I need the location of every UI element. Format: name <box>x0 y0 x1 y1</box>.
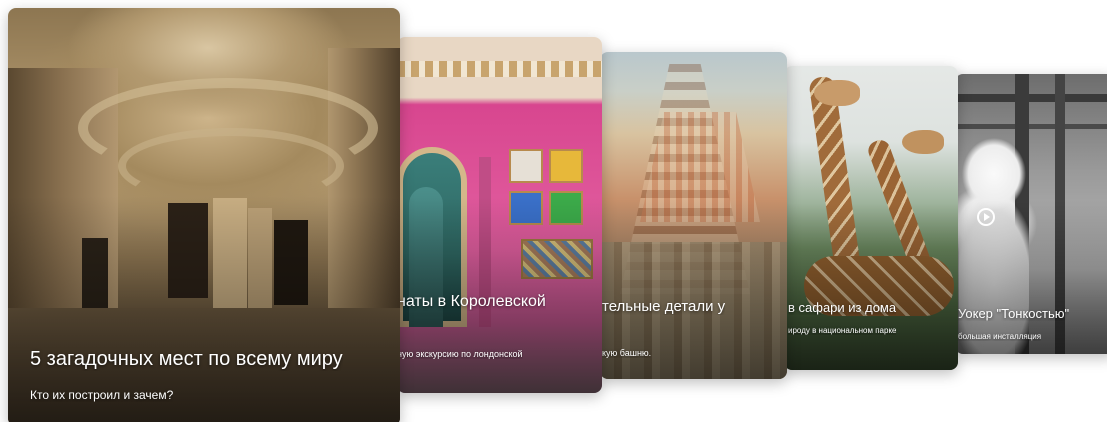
story-card-walker[interactable]: Уокер "Тонкостью" большая инсталляция <box>955 74 1107 354</box>
card-subtitle: Кто их построил и зачем? <box>30 388 174 402</box>
card-subtitle: кую башню. <box>602 348 652 358</box>
story-card-safari[interactable]: в сафари из дома ироду в национальном па… <box>784 66 958 370</box>
story-carousel: Уокер "Тонкостью" большая инсталляция в … <box>0 0 1107 422</box>
card-title: 5 загадочных мест по всему миру <box>30 348 343 370</box>
story-card-mysterious-places[interactable]: 5 загадочных мест по всему миру Кто их п… <box>8 8 400 422</box>
card-subtitle: большая инсталляция <box>958 332 1042 341</box>
card-title: Уокер "Тонкостью" <box>958 306 1070 321</box>
card-title: в сафари из дома <box>788 300 897 315</box>
story-card-royal-academy[interactable]: наты в Королевской ную экскурсию по лонд… <box>397 37 602 393</box>
story-card-tower[interactable]: тельные детали у кую башню. <box>600 52 787 379</box>
card-title: наты в Королевской <box>397 293 546 310</box>
card-subtitle: ироду в национальном парке <box>788 326 897 335</box>
card-title: тельные детали у <box>602 298 726 315</box>
card-subtitle: ную экскурсию по лондонской <box>397 349 523 359</box>
play-icon[interactable] <box>977 208 995 226</box>
